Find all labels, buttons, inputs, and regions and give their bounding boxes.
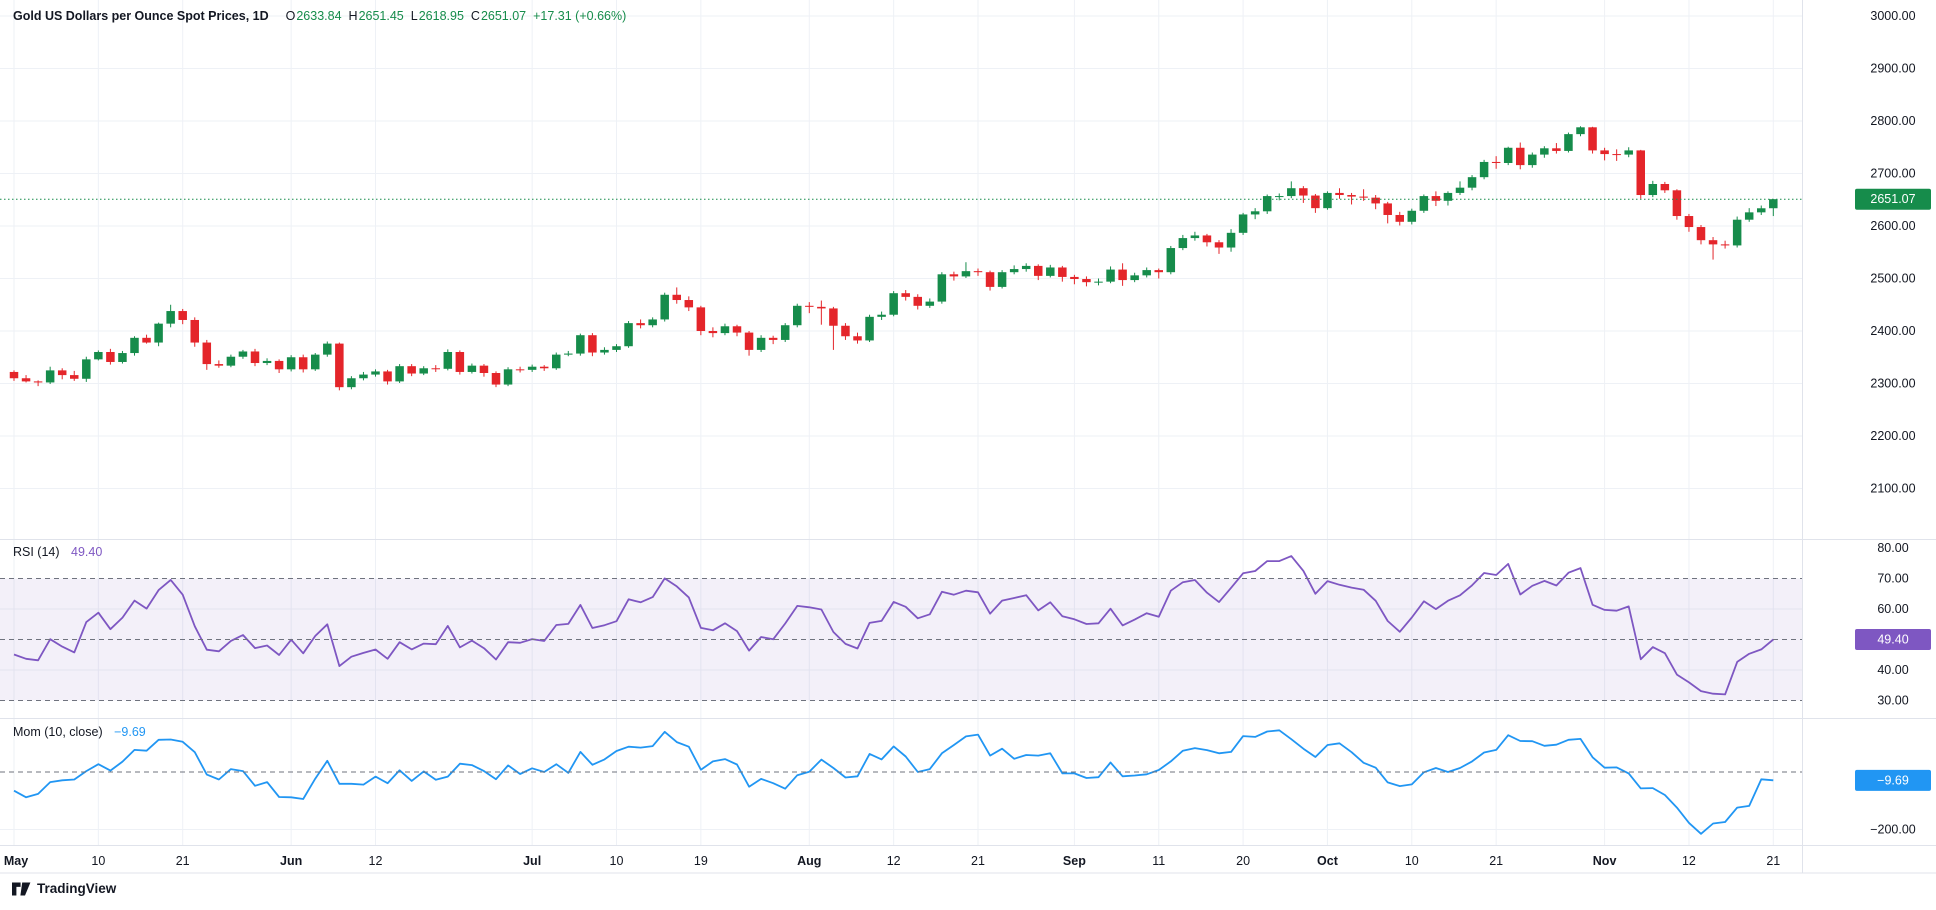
trading-chart: Gold US Dollars per Ounce Spot Prices, 1… bbox=[0, 0, 1936, 910]
symbol-legend: Gold US Dollars per Ounce Spot Prices, 1… bbox=[13, 9, 626, 23]
rsi-name: RSI (14) bbox=[13, 545, 60, 559]
chart-canvas[interactable]: 2100.002200.002300.002400.002500.002600.… bbox=[0, 0, 1936, 910]
mom-value: −9.69 bbox=[114, 725, 146, 739]
ohlc-high-label: H bbox=[349, 9, 358, 23]
symbol-title: Gold US Dollars per Ounce Spot Prices, 1… bbox=[13, 9, 269, 23]
tradingview-attribution[interactable]: TradingView bbox=[12, 881, 116, 896]
rsi-legend: RSI (14) 49.40 bbox=[13, 545, 102, 559]
ohlc-high-value: 2651.45 bbox=[359, 9, 404, 23]
ohlc-open-label: O bbox=[286, 9, 296, 23]
time-axis[interactable] bbox=[0, 846, 1802, 873]
ohlc-low-label: L bbox=[411, 9, 418, 23]
tradingview-label: TradingView bbox=[37, 881, 116, 896]
rsi-value: 49.40 bbox=[71, 545, 102, 559]
ohlc-low-value: 2618.95 bbox=[419, 9, 464, 23]
ohlc-close-value: 2651.07 bbox=[481, 9, 526, 23]
ohlc-open-value: 2633.84 bbox=[296, 9, 341, 23]
price-axis[interactable] bbox=[1802, 0, 1936, 873]
mom-legend: Mom (10, close) −9.69 bbox=[13, 725, 146, 739]
ohlc-close-label: C bbox=[471, 9, 480, 23]
mom-name: Mom (10, close) bbox=[13, 725, 103, 739]
change-value: +17.31 (+0.66%) bbox=[533, 9, 626, 23]
tradingview-logo-icon bbox=[12, 882, 31, 896]
